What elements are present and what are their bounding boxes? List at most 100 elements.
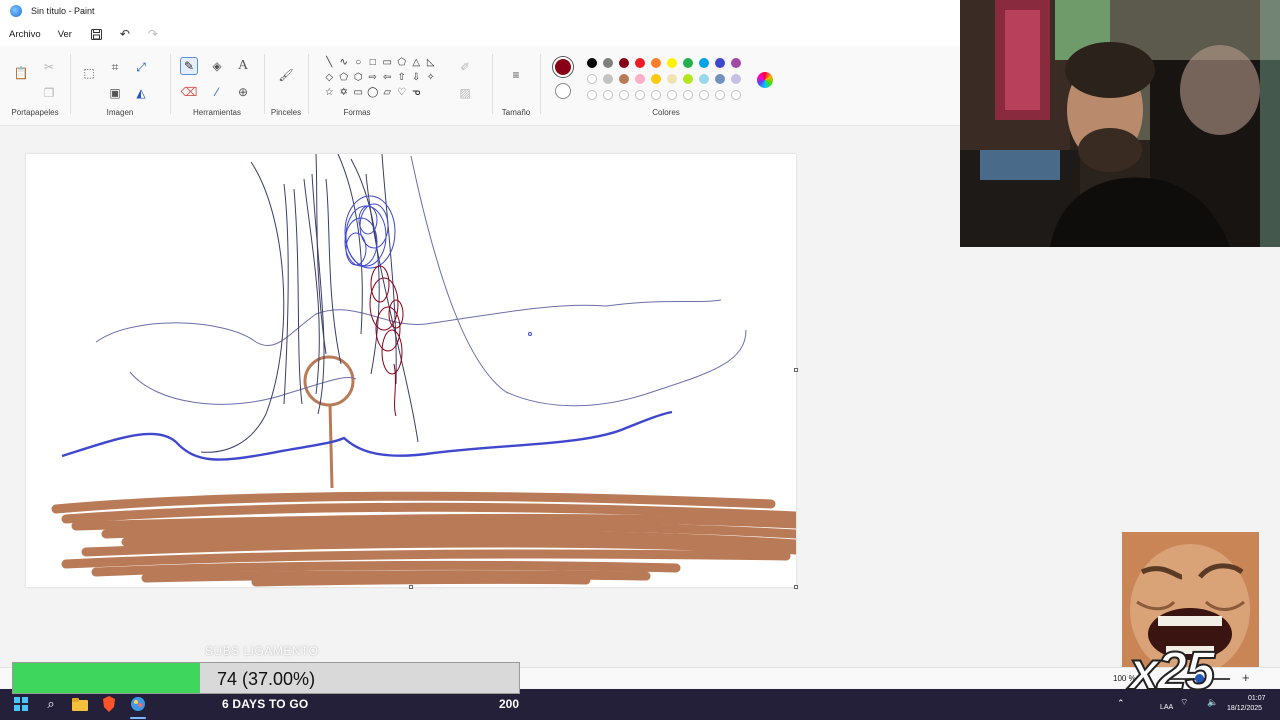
shape-option-icon[interactable]: ⇦	[380, 71, 395, 85]
shapes-gallery[interactable]: ╲ ∿ ○ □ ▭ ⬠ △ ◺ ◇ ⬠ ⬡ ⇨ ⇦ ⇧ ⇩ ✧ ☆ ✡ ▭ ◯ ▱ ♡ ᓀ	[322, 56, 438, 100]
file-explorer-icon[interactable]	[72, 696, 88, 712]
shape-option-icon[interactable]: ▱	[380, 86, 395, 100]
shape-option-icon[interactable]: ⇧	[395, 71, 410, 85]
magnifier-icon[interactable]: ⊕	[234, 83, 252, 101]
drawing-canvas[interactable]	[26, 154, 796, 587]
color-swatch[interactable]	[587, 58, 597, 68]
text-tool-icon[interactable]: A	[234, 57, 252, 75]
custom-color-slot[interactable]	[603, 90, 613, 100]
shape-option-icon[interactable]: ▭	[351, 86, 366, 100]
resize-icon[interactable]: ⤢	[132, 58, 150, 76]
custom-color-slot[interactable]	[635, 90, 645, 100]
paint-taskbar-icon[interactable]	[130, 696, 146, 712]
clock-date[interactable]: 18/12/2025	[1227, 705, 1262, 712]
color-swatch[interactable]	[699, 58, 709, 68]
custom-color-slot[interactable]	[699, 90, 709, 100]
eraser-icon[interactable]: ⌫	[180, 83, 198, 101]
clock-time[interactable]: 01:07	[1248, 695, 1266, 702]
shape-option-icon[interactable]: ♡	[395, 86, 410, 100]
shape-option-icon[interactable]: ᓀ	[409, 86, 424, 100]
tray-chevron-icon[interactable]: ⌃	[1117, 698, 1125, 709]
select-icon[interactable]: ⬚	[80, 64, 98, 82]
resize-handle-right[interactable]	[794, 368, 798, 372]
resize-handle-corner[interactable]	[794, 585, 798, 589]
shape-option-icon[interactable]	[424, 86, 439, 100]
custom-color-slot[interactable]	[667, 90, 677, 100]
sub-goal-fill	[13, 663, 201, 693]
custom-color-slot[interactable]	[651, 90, 661, 100]
shape-option-icon[interactable]: □	[366, 56, 381, 70]
zoom-in-icon[interactable]: +	[1242, 670, 1250, 685]
shape-option-icon[interactable]: ◯	[366, 86, 381, 100]
shape-option-icon[interactable]: ▭	[380, 56, 395, 70]
rotate-icon[interactable]: ◭	[132, 84, 150, 102]
shape-option-icon[interactable]: △	[409, 56, 424, 70]
color-swatch[interactable]	[619, 74, 629, 84]
copy-icon[interactable]: ❐	[40, 84, 58, 102]
color-swatch[interactable]	[635, 58, 645, 68]
color-swatch[interactable]	[603, 74, 613, 84]
shape-option-icon[interactable]: ✧	[424, 71, 439, 85]
color-picker-icon[interactable]: ⁄	[208, 83, 226, 101]
resize-handle-bottom[interactable]	[409, 585, 413, 589]
color-swatch[interactable]	[683, 74, 693, 84]
cut-icon[interactable]: ✂	[40, 58, 58, 76]
shape-option-icon[interactable]: ⇨	[366, 71, 381, 85]
shape-option-icon[interactable]: ⇩	[409, 71, 424, 85]
custom-color-slot[interactable]	[683, 90, 693, 100]
color-swatch[interactable]	[715, 58, 725, 68]
custom-color-slot[interactable]	[619, 90, 629, 100]
outline-icon[interactable]: ✐	[456, 58, 474, 76]
color-swatch[interactable]	[619, 58, 629, 68]
custom-color-slot[interactable]	[587, 90, 597, 100]
color-swatch[interactable]	[651, 74, 661, 84]
save-icon[interactable]	[89, 26, 105, 42]
shape-option-icon[interactable]: ⬠	[337, 71, 352, 85]
menu-file[interactable]: Archivo	[9, 29, 41, 40]
paste-icon[interactable]: 📋	[12, 64, 30, 82]
undo-icon[interactable]: ↶	[117, 26, 133, 42]
color-swatch[interactable]	[667, 58, 677, 68]
shape-option-icon[interactable]: ☆	[322, 86, 337, 100]
color-swatch[interactable]	[683, 58, 693, 68]
color-swatch[interactable]	[603, 58, 613, 68]
color-swatch[interactable]	[667, 74, 677, 84]
start-icon[interactable]	[13, 696, 29, 712]
shape-option-icon[interactable]: ◺	[424, 56, 439, 70]
thin-wave-lines	[95, 155, 747, 407]
fill-style-icon[interactable]: ▨	[456, 84, 474, 102]
primary-color-swatch[interactable]	[553, 57, 573, 77]
line-size-icon[interactable]: ≡	[507, 66, 525, 84]
input-language[interactable]: LAA	[1160, 704, 1173, 711]
pencil-icon[interactable]: ✎	[180, 57, 198, 75]
sub-goal-bar: 74 (37.00%)	[12, 662, 520, 694]
image-fx-icon[interactable]: ▣	[106, 84, 124, 102]
shape-option-icon[interactable]: ∿	[337, 56, 352, 70]
custom-color-slot[interactable]	[715, 90, 725, 100]
custom-color-slot[interactable]	[731, 90, 741, 100]
color-swatch[interactable]	[651, 58, 661, 68]
shape-option-icon[interactable]: ◇	[322, 71, 337, 85]
color-swatch[interactable]	[731, 58, 741, 68]
fill-icon[interactable]: ◈	[208, 57, 226, 75]
crop-icon[interactable]: ⌗	[106, 58, 124, 76]
redo-icon[interactable]: ↷	[145, 26, 161, 42]
color-swatch[interactable]	[587, 74, 597, 84]
secondary-color-swatch[interactable]	[555, 83, 571, 99]
edit-colors-icon[interactable]	[757, 72, 773, 88]
brave-browser-icon[interactable]	[101, 696, 117, 712]
separator	[170, 54, 171, 114]
shape-option-icon[interactable]: ⬠	[395, 56, 410, 70]
brush-icon[interactable]: 🖌	[277, 66, 295, 84]
shape-option-icon[interactable]: ╲	[322, 56, 337, 70]
color-swatch[interactable]	[731, 74, 741, 84]
shape-option-icon[interactable]: ○	[351, 56, 366, 70]
search-icon[interactable]: ⌕	[43, 696, 59, 712]
shape-option-icon[interactable]: ✡	[337, 86, 352, 100]
menu-view[interactable]: Ver	[58, 29, 72, 40]
shape-option-icon[interactable]: ⬡	[351, 71, 366, 85]
color-swatch[interactable]	[635, 74, 645, 84]
webcam-image	[960, 0, 1280, 247]
color-swatch[interactable]	[699, 74, 709, 84]
color-swatch[interactable]	[715, 74, 725, 84]
